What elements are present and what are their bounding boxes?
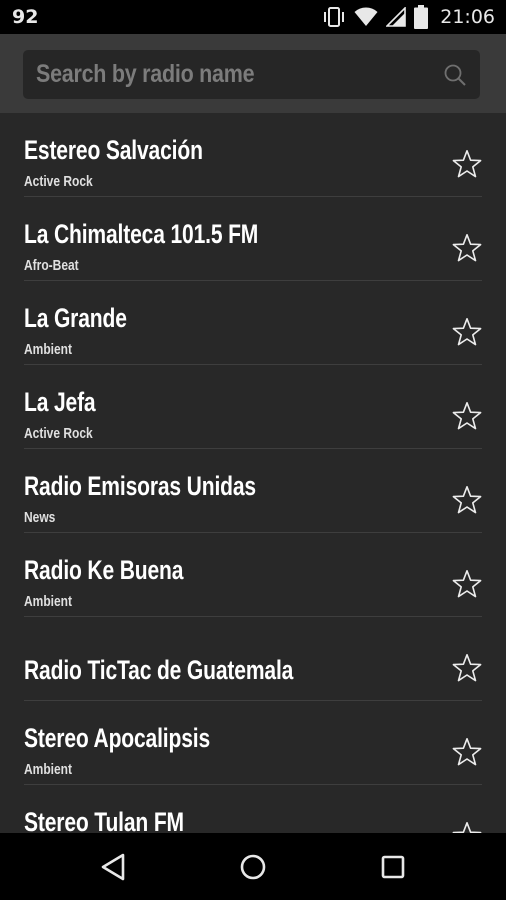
station-genre: Ambient — [24, 593, 72, 610]
search-box[interactable] — [23, 50, 480, 99]
wifi-icon — [354, 7, 378, 27]
search-header — [0, 34, 506, 113]
app-screen: 92 21:06 Search by radio name Estereo Sa… — [0, 0, 506, 900]
favorite-star-icon[interactable] — [452, 401, 482, 431]
station-genre: Ambient — [24, 341, 72, 358]
station-genre: Active Rock — [24, 173, 93, 190]
list-item[interactable]: Stereo Tulan FM — [0, 785, 506, 833]
station-name: La Jefa — [24, 387, 96, 417]
favorite-star-icon[interactable] — [452, 737, 482, 767]
list-item[interactable]: Radio TicTac de Guatemala — [0, 617, 506, 701]
list-item[interactable]: Radio Ke Buena Ambient — [0, 533, 506, 617]
favorite-star-icon[interactable] — [452, 653, 482, 683]
station-genre: News — [24, 509, 56, 526]
station-name: Estereo Salvación — [24, 135, 203, 165]
favorite-star-icon[interactable] — [452, 317, 482, 347]
search-input[interactable] — [36, 50, 372, 99]
navigation-bar — [0, 833, 506, 900]
station-name: La Chimalteca 101.5 FM — [24, 219, 259, 249]
station-name: Radio Ke Buena — [24, 555, 184, 585]
status-bar: 92 21:06 — [0, 0, 506, 34]
search-icon[interactable] — [443, 63, 467, 87]
list-item[interactable]: La Jefa Active Rock — [0, 365, 506, 449]
station-name: Stereo Tulan FM — [24, 807, 184, 833]
favorite-star-icon[interactable] — [452, 821, 482, 833]
notification-count: 92 — [12, 6, 39, 28]
list-item[interactable]: Estereo Salvación Active Rock — [0, 113, 506, 197]
station-name: La Grande — [24, 303, 127, 333]
recents-icon[interactable] — [376, 850, 410, 884]
battery-icon — [414, 5, 429, 29]
back-icon[interactable] — [96, 850, 130, 884]
station-name: Radio TicTac de Guatemala — [24, 655, 294, 685]
station-genre: Active Rock — [24, 425, 93, 442]
status-icons: 21:06 — [322, 4, 495, 30]
station-genre: Ambient — [24, 761, 72, 778]
station-name: Radio Emisoras Unidas — [24, 471, 256, 501]
favorite-star-icon[interactable] — [452, 569, 482, 599]
vibrate-icon — [322, 6, 346, 28]
clock: 21:06 — [440, 6, 495, 28]
favorite-star-icon[interactable] — [452, 149, 482, 179]
cell-signal-icon — [386, 7, 407, 27]
list-item[interactable]: Radio Emisoras Unidas News — [0, 449, 506, 533]
station-genre: Afro-Beat — [24, 257, 79, 274]
list-item[interactable]: La Chimalteca 101.5 FM Afro-Beat — [0, 197, 506, 281]
list-item[interactable]: La Grande Ambient — [0, 281, 506, 365]
list-item[interactable]: Stereo Apocalipsis Ambient — [0, 701, 506, 785]
radio-station-list[interactable]: Estereo Salvación Active Rock La Chimalt… — [0, 113, 506, 833]
favorite-star-icon[interactable] — [452, 233, 482, 263]
home-icon[interactable] — [236, 850, 270, 884]
station-name: Stereo Apocalipsis — [24, 723, 211, 753]
favorite-star-icon[interactable] — [452, 485, 482, 515]
